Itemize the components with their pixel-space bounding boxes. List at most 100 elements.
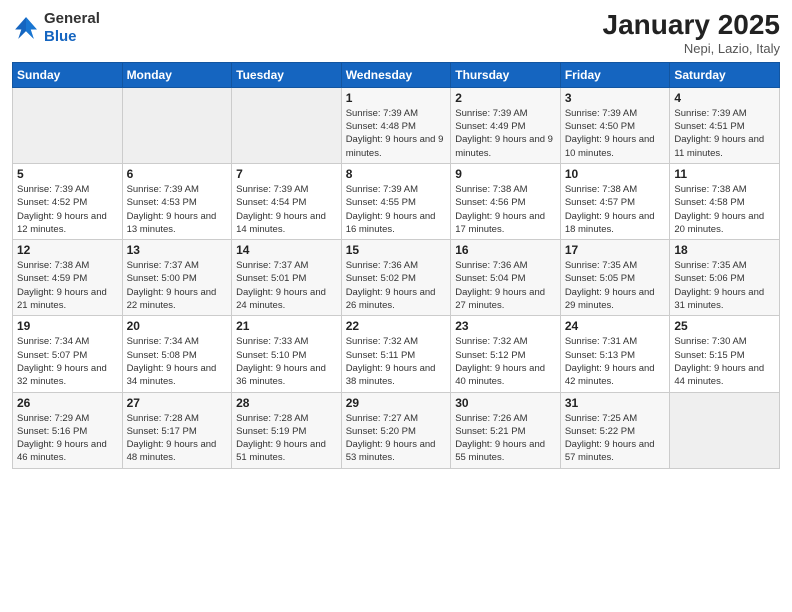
calendar-header-row: Sunday Monday Tuesday Wednesday Thursday… (13, 62, 780, 87)
table-row: 12 Sunrise: 7:38 AMSunset: 4:59 PMDayligh… (13, 240, 123, 316)
table-row: 16Sunrise: 7:36 AMSunset: 5:04 PMDayligh… (451, 240, 561, 316)
day-info: Sunrise: 7:38 AMSunset: 4:58 PMDaylight:… (674, 183, 775, 236)
table-row: 1Sunrise: 7:39 AMSunset: 4:48 PMDaylight… (341, 87, 451, 163)
day-number: 10 (565, 167, 666, 181)
day-number: 18 (674, 243, 775, 257)
day-number: 8 (346, 167, 447, 181)
day-info: Sunrise: 7:27 AMSunset: 5:20 PMDaylight:… (346, 412, 447, 465)
day-info: Sunrise: 7:38 AMSunset: 4:59 PMDaylight:… (17, 259, 118, 312)
day-info: Sunrise: 7:39 AMSunset: 4:53 PMDaylight:… (127, 183, 228, 236)
table-row: 30 Sunrise: 7:26 AMSunset: 5:21 PMDayligh… (451, 392, 561, 468)
day-number: 27 (127, 396, 228, 410)
calendar-week-2: 5 Sunrise: 7:39 AMSunset: 4:52 PMDaylight… (13, 163, 780, 239)
table-row: 4 Sunrise: 7:39 AMSunset: 4:51 PMDaylight… (670, 87, 780, 163)
table-row: 24Sunrise: 7:31 AMSunset: 5:13 PMDayligh… (560, 316, 670, 392)
col-monday: Monday (122, 62, 232, 87)
day-info: Sunrise: 7:25 AMSunset: 5:22 PMDaylight:… (565, 412, 666, 465)
table-row: 7 Sunrise: 7:39 AMSunset: 4:54 PMDaylight… (232, 163, 342, 239)
header: General Blue January 2025 Nepi, Lazio, I… (12, 10, 780, 56)
day-number: 30 (455, 396, 556, 410)
day-info: Sunrise: 7:35 AMSunset: 5:06 PMDaylight:… (674, 259, 775, 312)
table-row: 10Sunrise: 7:38 AMSunset: 4:57 PMDayligh… (560, 163, 670, 239)
day-info: Sunrise: 7:34 AMSunset: 5:07 PMDaylight:… (17, 335, 118, 388)
day-info: Sunrise: 7:39 AMSunset: 4:54 PMDaylight:… (236, 183, 337, 236)
day-number: 14 (236, 243, 337, 257)
day-info: Sunrise: 7:30 AMSunset: 5:15 PMDaylight:… (674, 335, 775, 388)
table-row: 29 Sunrise: 7:27 AMSunset: 5:20 PMDayligh… (341, 392, 451, 468)
day-number: 26 (17, 396, 118, 410)
day-number: 19 (17, 319, 118, 333)
calendar-week-3: 12 Sunrise: 7:38 AMSunset: 4:59 PMDayligh… (13, 240, 780, 316)
logo-text: General Blue (44, 10, 100, 46)
table-row: 5 Sunrise: 7:39 AMSunset: 4:52 PMDaylight… (13, 163, 123, 239)
col-wednesday: Wednesday (341, 62, 451, 87)
day-info: Sunrise: 7:39 AMSunset: 4:55 PMDaylight:… (346, 183, 447, 236)
table-row: 3 Sunrise: 7:39 AMSunset: 4:50 PMDaylight… (560, 87, 670, 163)
table-row (13, 87, 123, 163)
day-info: Sunrise: 7:39 AMSunset: 4:52 PMDaylight:… (17, 183, 118, 236)
table-row: 6 Sunrise: 7:39 AMSunset: 4:53 PMDaylight… (122, 163, 232, 239)
day-info: Sunrise: 7:28 AMSunset: 5:17 PMDaylight:… (127, 412, 228, 465)
table-row: 14 Sunrise: 7:37 AMSunset: 5:01 PMDayligh… (232, 240, 342, 316)
calendar-week-5: 26Sunrise: 7:29 AMSunset: 5:16 PMDayligh… (13, 392, 780, 468)
day-number: 13 (127, 243, 228, 257)
page: General Blue January 2025 Nepi, Lazio, I… (0, 0, 792, 612)
table-row: 11 Sunrise: 7:38 AMSunset: 4:58 PMDayligh… (670, 163, 780, 239)
day-info: Sunrise: 7:36 AMSunset: 5:02 PMDaylight:… (346, 259, 447, 312)
table-row: 13Sunrise: 7:37 AMSunset: 5:00 PMDayligh… (122, 240, 232, 316)
table-row: 31 Sunrise: 7:25 AMSunset: 5:22 PMDayligh… (560, 392, 670, 468)
day-number: 29 (346, 396, 447, 410)
day-info: Sunrise: 7:39 AMSunset: 4:50 PMDaylight:… (565, 107, 666, 160)
logo-blue: Blue (44, 28, 77, 45)
day-info: Sunrise: 7:32 AMSunset: 5:11 PMDaylight:… (346, 335, 447, 388)
day-number: 28 (236, 396, 337, 410)
table-row: 23Sunrise: 7:32 AMSunset: 5:12 PMDayligh… (451, 316, 561, 392)
day-number: 31 (565, 396, 666, 410)
day-info: Sunrise: 7:35 AMSunset: 5:05 PMDaylight:… (565, 259, 666, 312)
day-number: 25 (674, 319, 775, 333)
day-number: 1 (346, 91, 447, 105)
day-info: Sunrise: 7:36 AMSunset: 5:04 PMDaylight:… (455, 259, 556, 312)
table-row: 8 Sunrise: 7:39 AMSunset: 4:55 PMDaylight… (341, 163, 451, 239)
day-number: 11 (674, 167, 775, 181)
day-number: 5 (17, 167, 118, 181)
calendar-week-4: 19 Sunrise: 7:34 AMSunset: 5:07 PMDayligh… (13, 316, 780, 392)
day-number: 6 (127, 167, 228, 181)
day-number: 3 (565, 91, 666, 105)
table-row: 20 Sunrise: 7:34 AMSunset: 5:08 PMDayligh… (122, 316, 232, 392)
table-row: 9 Sunrise: 7:38 AMSunset: 4:56 PMDaylight… (451, 163, 561, 239)
col-sunday: Sunday (13, 62, 123, 87)
day-number: 4 (674, 91, 775, 105)
day-number: 17 (565, 243, 666, 257)
table-row: 15Sunrise: 7:36 AMSunset: 5:02 PMDayligh… (341, 240, 451, 316)
logo: General Blue (12, 10, 100, 46)
day-info: Sunrise: 7:37 AMSunset: 5:01 PMDaylight:… (236, 259, 337, 312)
day-number: 20 (127, 319, 228, 333)
day-info: Sunrise: 7:38 AMSunset: 4:56 PMDaylight:… (455, 183, 556, 236)
logo-icon (12, 14, 40, 42)
calendar-table: Sunday Monday Tuesday Wednesday Thursday… (12, 62, 780, 469)
day-number: 23 (455, 319, 556, 333)
table-row: 21Sunrise: 7:33 AMSunset: 5:10 PMDayligh… (232, 316, 342, 392)
table-row: 19 Sunrise: 7:34 AMSunset: 5:07 PMDayligh… (13, 316, 123, 392)
calendar-title: January 2025 (603, 10, 780, 41)
day-info: Sunrise: 7:33 AMSunset: 5:10 PMDaylight:… (236, 335, 337, 388)
day-info: Sunrise: 7:39 AMSunset: 4:51 PMDaylight:… (674, 107, 775, 160)
col-thursday: Thursday (451, 62, 561, 87)
table-row: 18 Sunrise: 7:35 AMSunset: 5:06 PMDayligh… (670, 240, 780, 316)
day-number: 9 (455, 167, 556, 181)
calendar-subtitle: Nepi, Lazio, Italy (603, 41, 780, 56)
day-number: 7 (236, 167, 337, 181)
day-number: 22 (346, 319, 447, 333)
day-info: Sunrise: 7:39 AMSunset: 4:49 PMDaylight:… (455, 107, 556, 160)
calendar-week-1: 1Sunrise: 7:39 AMSunset: 4:48 PMDaylight… (13, 87, 780, 163)
table-row: 2Sunrise: 7:39 AMSunset: 4:49 PMDaylight… (451, 87, 561, 163)
day-info: Sunrise: 7:34 AMSunset: 5:08 PMDaylight:… (127, 335, 228, 388)
day-number: 12 (17, 243, 118, 257)
table-row: 17 Sunrise: 7:35 AMSunset: 5:05 PMDayligh… (560, 240, 670, 316)
col-friday: Friday (560, 62, 670, 87)
table-row: 27 Sunrise: 7:28 AMSunset: 5:17 PMDayligh… (122, 392, 232, 468)
table-row: 25 Sunrise: 7:30 AMSunset: 5:15 PMDayligh… (670, 316, 780, 392)
table-row: 26Sunrise: 7:29 AMSunset: 5:16 PMDayligh… (13, 392, 123, 468)
day-info: Sunrise: 7:26 AMSunset: 5:21 PMDaylight:… (455, 412, 556, 465)
